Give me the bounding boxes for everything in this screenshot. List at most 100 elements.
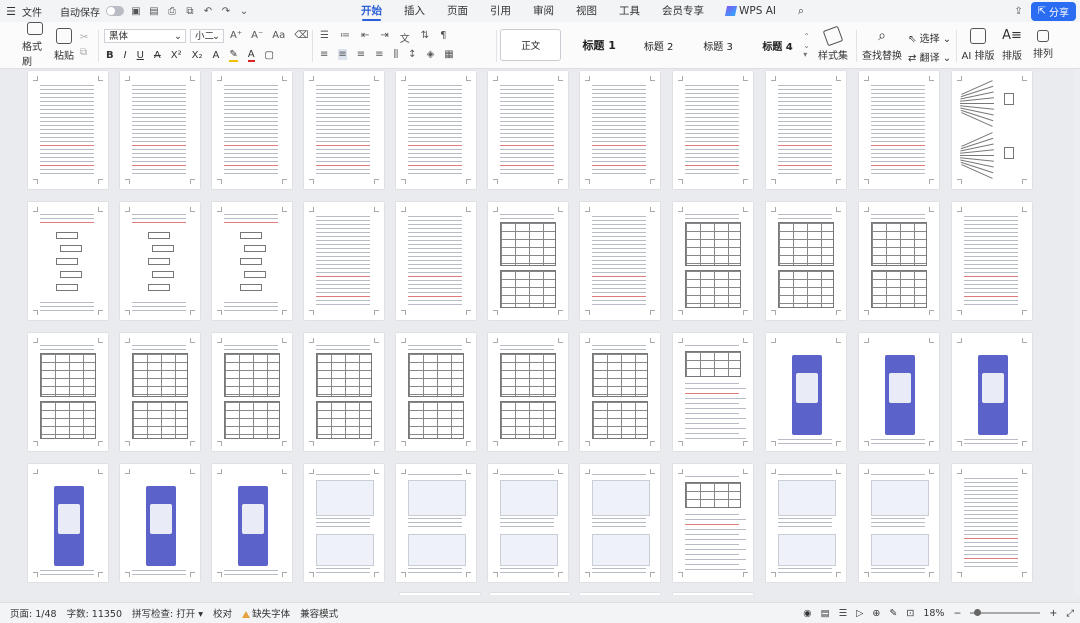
spellcheck-toggle[interactable]: 拼写检查: 打开 ▾ xyxy=(132,606,203,620)
ai-layout-button[interactable]: AI 排版 xyxy=(960,22,996,68)
document-page-thumbnail[interactable] xyxy=(304,464,384,582)
change-case-icon[interactable]: Aa xyxy=(272,30,285,41)
document-page-thumbnail[interactable] xyxy=(28,333,108,451)
print-icon[interactable]: ⎙ xyxy=(166,5,178,17)
word-count[interactable]: 字数: 11350 xyxy=(67,606,122,620)
subscript-icon[interactable]: X₂ xyxy=(192,50,203,61)
line-spacing-icon[interactable]: ↕ xyxy=(408,49,416,60)
document-page-thumbnail[interactable] xyxy=(28,202,108,320)
strikethrough-icon[interactable]: A xyxy=(154,50,161,61)
document-page-thumbnail[interactable] xyxy=(396,333,476,451)
vertical-scrollbar[interactable] xyxy=(1074,69,1080,595)
document-page-thumbnail[interactable] xyxy=(859,464,939,582)
char-border-icon[interactable]: ▢ xyxy=(265,50,274,61)
style-gallery-scroll[interactable]: ⌃ ⌄ ▾ xyxy=(803,32,810,59)
pen-icon[interactable]: ✎ xyxy=(889,608,897,619)
document-page-thumbnail[interactable] xyxy=(304,333,384,451)
document-page-thumbnail[interactable] xyxy=(766,333,846,451)
grow-font-icon[interactable]: A⁺ xyxy=(230,30,242,41)
play-icon[interactable]: ▷ xyxy=(856,608,863,619)
superscript-icon[interactable]: X² xyxy=(171,50,182,61)
fullscreen-icon[interactable]: ⤢ xyxy=(1066,608,1074,619)
document-page-thumbnail[interactable] xyxy=(859,333,939,451)
document-page-thumbnail[interactable] xyxy=(673,593,753,595)
font-name-select[interactable]: 黑体 ⌄ xyxy=(104,29,186,43)
document-page-thumbnail[interactable] xyxy=(304,71,384,189)
redo-icon[interactable]: ↷ xyxy=(220,5,232,17)
decrease-indent-icon[interactable]: ⇤ xyxy=(361,30,369,45)
document-page-thumbnail[interactable] xyxy=(28,464,108,582)
layout-button[interactable]: A≡ 排版 xyxy=(998,22,1026,68)
document-page-thumbnail[interactable] xyxy=(488,464,568,582)
print-preview-icon[interactable]: ⧉ xyxy=(184,5,196,17)
style-heading-2[interactable]: 标题 2 xyxy=(629,30,688,60)
tab-page[interactable]: 页面 xyxy=(436,0,479,22)
document-page-thumbnail[interactable] xyxy=(580,333,660,451)
sort-icon[interactable]: ⇅ xyxy=(421,30,429,45)
style-heading-3[interactable]: 标题 3 xyxy=(688,30,747,60)
font-size-select[interactable]: 小二 ⌄ xyxy=(190,29,224,43)
style-normal[interactable]: 正文 xyxy=(500,29,562,61)
align-center-icon[interactable]: ≡ xyxy=(338,49,347,60)
justify-icon[interactable]: ≡ xyxy=(375,49,383,60)
document-page-thumbnail[interactable] xyxy=(396,71,476,189)
outline-view-icon[interactable]: ☰ xyxy=(839,608,848,619)
document-page-thumbnail[interactable] xyxy=(580,71,660,189)
select-button[interactable]: ⇖ 选择 ⌄ xyxy=(908,30,951,45)
arrange-button[interactable]: 排列 xyxy=(1028,22,1058,68)
show-marks-icon[interactable]: ¶ xyxy=(440,30,446,45)
hamburger-menu-icon[interactable]: ☰ xyxy=(6,5,16,18)
document-page-thumbnail[interactable] xyxy=(212,202,292,320)
tab-home[interactable]: 开始 xyxy=(350,0,393,22)
document-page-thumbnail[interactable] xyxy=(952,333,1032,451)
chevron-down-icon[interactable]: ⌄ xyxy=(238,5,250,17)
document-canvas[interactable] xyxy=(0,69,1074,595)
zoom-in-icon[interactable]: + xyxy=(1049,608,1057,619)
tab-wps-ai[interactable]: WPS AI xyxy=(715,0,787,22)
document-page-thumbnail[interactable] xyxy=(580,464,660,582)
style-heading-1[interactable]: 标题 1 xyxy=(569,30,628,60)
document-page-thumbnail[interactable] xyxy=(120,464,200,582)
tab-view[interactable]: 视图 xyxy=(565,0,608,22)
tab-insert[interactable]: 插入 xyxy=(393,0,436,22)
export-pdf-icon[interactable]: ▤ xyxy=(148,5,160,17)
cloud-upload-icon[interactable]: ⇪ xyxy=(1013,6,1025,18)
document-page-thumbnail[interactable] xyxy=(766,202,846,320)
autosave-toggle[interactable] xyxy=(106,6,124,16)
document-page-thumbnail[interactable] xyxy=(673,71,753,189)
tab-review[interactable]: 审阅 xyxy=(522,0,565,22)
document-page-thumbnail[interactable] xyxy=(488,71,568,189)
bold-icon[interactable]: B xyxy=(106,50,114,61)
document-page-thumbnail[interactable] xyxy=(396,202,476,320)
document-page-thumbnail[interactable] xyxy=(304,202,384,320)
tab-references[interactable]: 引用 xyxy=(479,0,522,22)
underline-icon[interactable]: U xyxy=(137,50,144,61)
save-icon[interactable]: ▣ xyxy=(130,5,142,17)
document-page-thumbnail[interactable] xyxy=(952,464,1032,582)
document-page-thumbnail[interactable] xyxy=(952,71,1032,189)
style-set-button[interactable]: 样式集 xyxy=(816,22,850,68)
distribute-icon[interactable]: ⫼ xyxy=(394,49,399,60)
page-view-icon[interactable]: ▤ xyxy=(821,608,830,619)
chinese-layout-icon[interactable]: 文 xyxy=(400,30,410,45)
document-page-thumbnail[interactable] xyxy=(488,333,568,451)
web-view-icon[interactable]: ⊕ xyxy=(872,608,880,619)
missing-font-button[interactable]: 缺失字体 xyxy=(242,606,290,620)
document-page-thumbnail[interactable] xyxy=(120,71,200,189)
fit-page-icon[interactable]: ⊡ xyxy=(906,608,914,619)
italic-icon[interactable]: I xyxy=(124,50,127,61)
document-page-thumbnail[interactable] xyxy=(120,333,200,451)
zoom-out-icon[interactable]: − xyxy=(953,608,961,619)
document-page-thumbnail[interactable] xyxy=(673,202,753,320)
format-painter-button[interactable]: 格式刷 xyxy=(22,22,48,68)
file-menu[interactable]: 文件 xyxy=(22,4,42,19)
text-effect-icon[interactable]: A xyxy=(212,50,219,61)
document-page-thumbnail[interactable] xyxy=(673,333,753,451)
tab-member[interactable]: 会员专享 xyxy=(651,0,715,22)
document-page-thumbnail[interactable] xyxy=(673,464,753,582)
page-indicator[interactable]: 页面: 1/48 xyxy=(10,606,57,620)
share-button[interactable]: ⇱ 分享 xyxy=(1030,2,1076,21)
tab-tools[interactable]: 工具 xyxy=(608,0,651,22)
document-page-thumbnail[interactable] xyxy=(766,464,846,582)
document-page-thumbnail[interactable] xyxy=(859,71,939,189)
